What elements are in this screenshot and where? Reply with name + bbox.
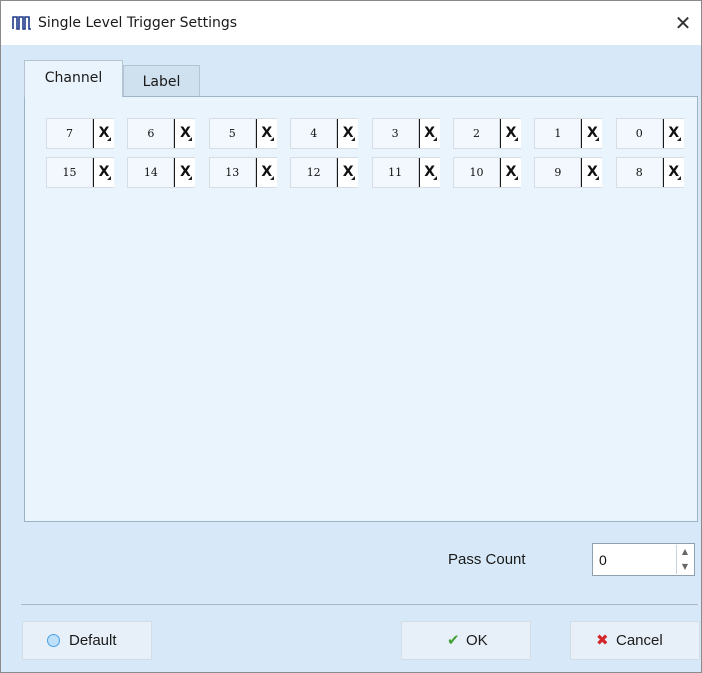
dropdown-corner-icon <box>676 137 681 141</box>
channel-15: 15 X <box>46 157 114 188</box>
dropdown-corner-icon <box>188 176 193 180</box>
tab-channel[interactable]: Channel <box>24 60 123 97</box>
channel-trigger-state-button[interactable]: X <box>500 158 521 187</box>
spin-down-button[interactable]: ▼ <box>677 560 693 574</box>
channel-number: 15 <box>47 158 93 187</box>
channel-number: 14 <box>128 158 175 187</box>
channel-panel: 7 X 6 X 5 X 4 X 3 X 2 X 1 X 0 X 15 X 14 X 13 X 12 X 11 X 10 X 9 X 8 X <box>24 96 698 522</box>
dropdown-corner-icon <box>188 137 193 141</box>
channel-trigger-state-button[interactable]: X <box>581 119 603 148</box>
default-button[interactable]: Default <box>22 621 152 660</box>
channel-number: 6 <box>128 119 175 148</box>
channel-number: 9 <box>535 158 582 187</box>
title-bar: Single Level Trigger Settings ✕ <box>1 1 701 45</box>
dropdown-corner-icon <box>107 176 111 180</box>
channel-trigger-state-button[interactable]: X <box>93 158 114 187</box>
channel-number: 12 <box>291 158 338 187</box>
pass-count-input[interactable] <box>593 544 673 575</box>
channel-trigger-state-button[interactable]: X <box>418 119 440 148</box>
dropdown-corner-icon <box>514 176 518 180</box>
cancel-button-label: Cancel <box>616 632 663 649</box>
dropdown-corner-icon <box>269 137 274 141</box>
channel-trigger-state-button[interactable]: X <box>255 158 277 187</box>
channel-9: 9X <box>534 157 603 188</box>
channel-2: 2X <box>453 118 521 149</box>
dropdown-corner-icon <box>269 176 274 180</box>
channel-trigger-state-button[interactable]: X <box>174 119 196 148</box>
channel-number: 13 <box>209 158 256 187</box>
dropdown-corner-icon <box>514 137 518 141</box>
channel-trigger-state-button[interactable]: X <box>500 119 521 148</box>
channel-13: 13 X <box>208 157 277 188</box>
radio-dot-icon <box>47 634 60 647</box>
pulse-waveform-icon <box>12 16 31 30</box>
window-title: Single Level Trigger Settings <box>38 15 238 31</box>
channel-number: 4 <box>291 119 338 148</box>
ok-button[interactable]: ✔ OK <box>401 621 531 660</box>
tab-label[interactable]: Label <box>123 65 200 96</box>
default-button-label: Default <box>69 632 117 649</box>
spinner-buttons: ▲ ▼ <box>676 545 693 574</box>
cancel-button[interactable]: ✖ Cancel <box>570 621 700 660</box>
cross-icon: ✖ <box>596 631 609 649</box>
close-button[interactable]: ✕ <box>665 1 701 45</box>
channel-1: 1X <box>534 118 603 149</box>
pass-count-spinner: ▲ ▼ <box>592 543 695 576</box>
channel-7: 7X <box>46 118 114 149</box>
channel-number: 2 <box>454 119 500 148</box>
channel-12: 12 X <box>290 157 359 188</box>
dropdown-corner-icon <box>432 176 437 180</box>
channel-trigger-state-button[interactable]: X <box>662 158 684 187</box>
channel-trigger-state-button[interactable]: X <box>93 119 114 148</box>
channel-3: 3X <box>371 118 440 149</box>
checkmark-icon: ✔ <box>447 631 460 649</box>
channel-8: 8X <box>615 157 684 188</box>
channel-number: 5 <box>209 119 256 148</box>
channel-trigger-state-button[interactable]: X <box>337 158 359 187</box>
dropdown-corner-icon <box>676 176 681 180</box>
channel-4: 4X <box>290 118 359 149</box>
dropdown-corner-icon <box>351 137 356 141</box>
channel-trigger-state-button[interactable]: X <box>418 158 440 187</box>
channel-trigger-state-button[interactable]: X <box>174 158 196 187</box>
trigger-settings-dialog: Single Level Trigger Settings ✕ Channel … <box>0 0 702 673</box>
channel-number: 8 <box>616 158 663 187</box>
channel-0: 0X <box>615 118 684 149</box>
channel-11: 11 X <box>371 157 440 188</box>
dropdown-corner-icon <box>107 137 111 141</box>
channel-number: 0 <box>616 119 663 148</box>
dropdown-corner-icon <box>432 137 437 141</box>
channel-number: 7 <box>47 119 93 148</box>
spin-up-button[interactable]: ▲ <box>677 545 693 559</box>
dropdown-corner-icon <box>595 176 600 180</box>
dropdown-corner-icon <box>351 176 356 180</box>
dropdown-corner-icon <box>595 137 600 141</box>
channel-trigger-state-button[interactable]: X <box>337 119 359 148</box>
channel-trigger-state-button[interactable]: X <box>662 119 684 148</box>
ok-button-label: OK <box>466 632 488 649</box>
channel-number: 10 <box>454 158 500 187</box>
channel-trigger-state-button[interactable]: X <box>581 158 603 187</box>
channel-number: 3 <box>372 119 419 148</box>
pass-count-label: Pass Count <box>448 551 526 568</box>
channel-trigger-state-button[interactable]: X <box>255 119 277 148</box>
channel-5: 5X <box>208 118 277 149</box>
divider <box>21 604 698 605</box>
channel-10: 10 X <box>453 157 521 188</box>
channel-14: 14 X <box>127 157 196 188</box>
channel-number: 1 <box>535 119 582 148</box>
channel-number: 11 <box>372 158 419 187</box>
channel-6: 6X <box>127 118 196 149</box>
